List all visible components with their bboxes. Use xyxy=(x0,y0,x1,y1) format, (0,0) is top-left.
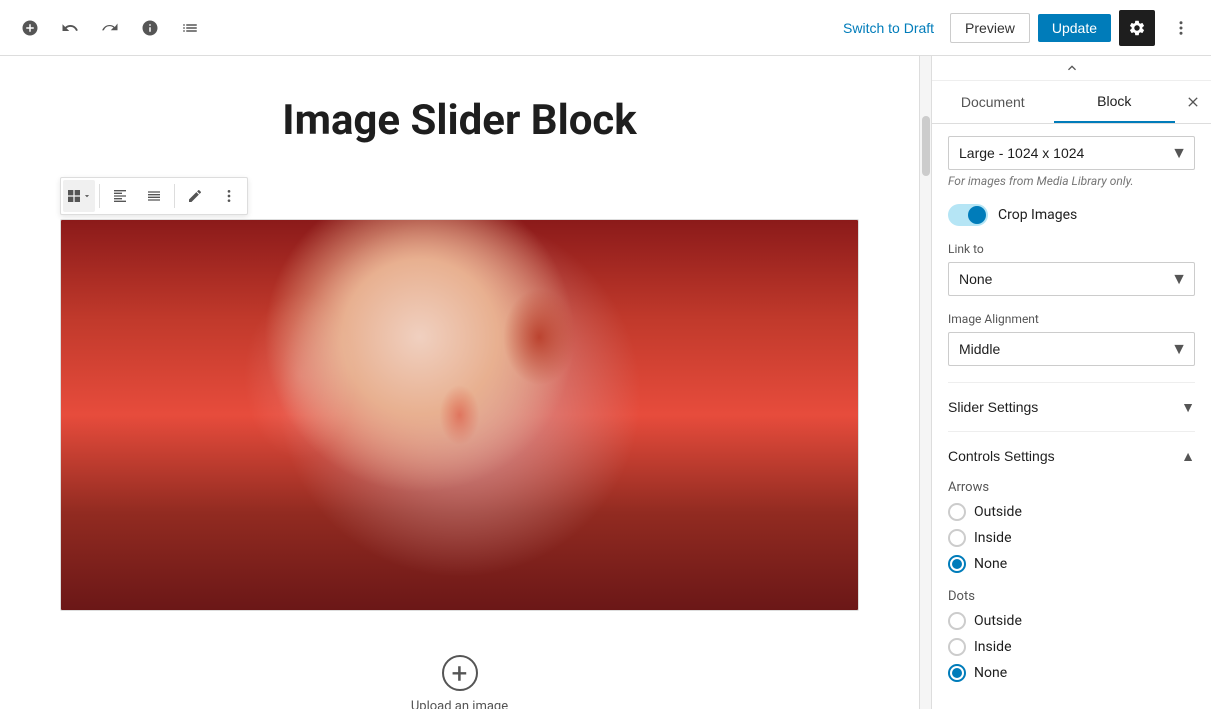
link-select[interactable]: None xyxy=(948,262,1195,296)
undo-button[interactable] xyxy=(52,10,88,46)
alignment-select[interactable]: Middle xyxy=(948,332,1195,366)
arrows-inside-label: Inside xyxy=(974,530,1012,546)
link-select-wrapper: None ▼ xyxy=(948,262,1195,296)
crop-images-row: Crop Images xyxy=(948,204,1195,226)
controls-settings-label: Controls Settings xyxy=(948,448,1055,464)
preview-button[interactable]: Preview xyxy=(950,13,1030,43)
dots-inside-option[interactable]: Inside xyxy=(948,638,1195,656)
block-toolbar xyxy=(60,177,248,215)
sidebar-scroll-up[interactable] xyxy=(932,56,1211,81)
arrows-none-radio[interactable] xyxy=(948,555,966,573)
editor-area: Image Slider Block xyxy=(0,56,919,709)
slider-settings-toggle[interactable]: Slider Settings ▼ xyxy=(948,395,1195,419)
update-button[interactable]: Update xyxy=(1038,14,1111,42)
image-alignment-label: Image Alignment xyxy=(948,312,1195,326)
toggle-knob xyxy=(968,206,986,224)
slider-settings-section: Slider Settings ▼ xyxy=(948,382,1195,431)
controls-settings-toggle[interactable]: Controls Settings ▲ xyxy=(948,444,1195,468)
edit-button[interactable] xyxy=(179,180,211,212)
sidebar: Document Block Large - 1024 x 1024 ▼ For… xyxy=(931,56,1211,709)
more-options-button[interactable] xyxy=(1163,10,1199,46)
alignment-select-wrapper: Middle ▼ xyxy=(948,332,1195,366)
align-left-button[interactable] xyxy=(104,180,136,212)
sidebar-content: Large - 1024 x 1024 ▼ For images from Me… xyxy=(932,124,1211,709)
dots-section: Dots Outside Inside None xyxy=(948,589,1195,682)
switch-draft-button[interactable]: Switch to Draft xyxy=(835,20,942,36)
top-toolbar: Switch to Draft Preview Update xyxy=(0,0,1211,56)
list-view-button[interactable] xyxy=(172,10,208,46)
more-block-options-button[interactable] xyxy=(213,180,245,212)
dots-inside-radio[interactable] xyxy=(948,638,966,656)
size-select-wrapper: Large - 1024 x 1024 ▼ xyxy=(948,136,1195,170)
crop-toggle[interactable] xyxy=(948,204,988,226)
toolbar-left xyxy=(12,10,208,46)
upload-text: Upload an image xyxy=(411,699,508,709)
image-block xyxy=(60,219,859,611)
arrows-outside-option[interactable]: Outside xyxy=(948,503,1195,521)
link-to-label: Link to xyxy=(948,242,1195,256)
toolbar-right: Switch to Draft Preview Update xyxy=(835,10,1199,46)
image-display xyxy=(61,220,858,610)
dots-none-option[interactable]: None xyxy=(948,664,1195,682)
arrows-label: Arrows xyxy=(948,480,1195,495)
arrows-inside-option[interactable]: Inside xyxy=(948,529,1195,547)
block-type-button[interactable] xyxy=(63,180,95,212)
add-block-button[interactable] xyxy=(12,10,48,46)
upload-area[interactable]: + Upload an image xyxy=(60,635,859,709)
page-title: Image Slider Block xyxy=(60,96,859,145)
controls-settings-chevron: ▲ xyxy=(1181,448,1195,464)
dots-outside-radio[interactable] xyxy=(948,612,966,630)
image-figure xyxy=(61,220,858,610)
controls-settings-section: Controls Settings ▲ Arrows Outside Insi xyxy=(948,431,1195,709)
controls-settings-body: Arrows Outside Inside None xyxy=(948,468,1195,682)
arrows-none-option[interactable]: None xyxy=(948,555,1195,573)
upload-icon: + xyxy=(442,655,478,691)
dots-inside-label: Inside xyxy=(974,639,1012,655)
tab-document[interactable]: Document xyxy=(932,82,1054,122)
redo-button[interactable] xyxy=(92,10,128,46)
dots-none-radio[interactable] xyxy=(948,664,966,682)
dots-none-label: None xyxy=(974,665,1007,681)
slider-settings-label: Slider Settings xyxy=(948,399,1038,415)
arrows-outside-radio[interactable] xyxy=(948,503,966,521)
dots-label: Dots xyxy=(948,589,1195,604)
size-hint: For images from Media Library only. xyxy=(948,174,1195,188)
size-select[interactable]: Large - 1024 x 1024 xyxy=(948,136,1195,170)
tab-block[interactable]: Block xyxy=(1054,81,1176,123)
arrows-section: Arrows Outside Inside None xyxy=(948,480,1195,573)
main-layout: Image Slider Block xyxy=(0,56,1211,709)
arrows-none-label: None xyxy=(974,556,1007,572)
crop-label: Crop Images xyxy=(998,207,1077,223)
sidebar-tabs: Document Block xyxy=(932,81,1211,124)
divider xyxy=(174,184,175,208)
divider xyxy=(99,184,100,208)
dots-outside-label: Outside xyxy=(974,613,1022,629)
arrows-inside-radio[interactable] xyxy=(948,529,966,547)
slider-settings-chevron: ▼ xyxy=(1181,399,1195,415)
scroll-thumb xyxy=(922,116,930,176)
sidebar-close-button[interactable] xyxy=(1175,84,1211,120)
align-wide-button[interactable] xyxy=(138,180,170,212)
editor-scrollbar[interactable] xyxy=(919,56,931,709)
settings-button[interactable] xyxy=(1119,10,1155,46)
info-button[interactable] xyxy=(132,10,168,46)
arrows-outside-label: Outside xyxy=(974,504,1022,520)
dots-outside-option[interactable]: Outside xyxy=(948,612,1195,630)
